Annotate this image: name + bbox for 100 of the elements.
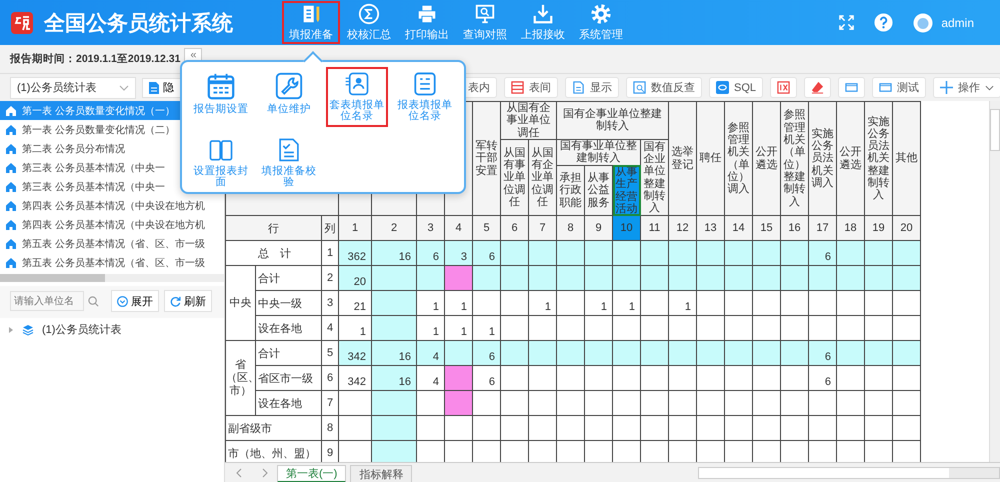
table-cell[interactable] [444, 340, 473, 366]
table-cell[interactable] [584, 390, 613, 416]
table-cell[interactable] [752, 316, 781, 341]
table-cell[interactable] [752, 266, 781, 291]
table-cell[interactable]: 342 [338, 340, 372, 366]
table-cell[interactable] [696, 266, 725, 291]
table-cell[interactable] [752, 340, 781, 366]
table-cell[interactable] [372, 266, 417, 291]
table-cell[interactable]: 20 [338, 266, 372, 291]
scrollbar[interactable] [989, 101, 1000, 462]
table-cell[interactable] [372, 416, 417, 441]
table-cell[interactable] [724, 316, 753, 341]
column-number[interactable]: 13 [696, 216, 725, 241]
table-cell[interactable] [416, 440, 445, 462]
table-cell[interactable]: 6 [808, 240, 837, 266]
table-cell[interactable] [556, 316, 585, 341]
table-cell[interactable] [668, 390, 697, 416]
table-cell[interactable]: 16 [372, 340, 417, 366]
table-cell[interactable] [724, 366, 753, 391]
table-cell[interactable] [500, 316, 529, 341]
table-list-item[interactable]: 第四表 公务员基本情况（中央设在地方机 [0, 196, 224, 215]
column-number[interactable]: 4 [444, 216, 473, 241]
table-cell[interactable] [864, 240, 893, 266]
table-cell[interactable] [780, 340, 809, 366]
table-cell[interactable] [724, 416, 753, 441]
sheet-tab[interactable]: 指标解释 [350, 465, 412, 482]
table-cell[interactable] [780, 290, 809, 316]
table-cell[interactable]: 6 [472, 366, 501, 391]
table-cell[interactable] [780, 440, 809, 462]
table-cell[interactable] [528, 240, 557, 266]
avatar-icon[interactable] [913, 12, 934, 32]
table-cell[interactable] [372, 440, 417, 462]
table-cell[interactable] [584, 416, 613, 441]
table-cell[interactable] [696, 366, 725, 391]
table-cell[interactable]: 6 [472, 240, 501, 266]
table-cell[interactable]: 1 [472, 316, 501, 341]
toolbar-button[interactable]: 显示 [565, 77, 619, 98]
table-cell[interactable] [752, 366, 781, 391]
table-cell[interactable] [808, 266, 837, 291]
column-number[interactable]: 3 [416, 216, 445, 241]
table-cell[interactable] [640, 440, 669, 462]
table-list-item[interactable]: 第五表 公务员基本情况（省、区、市一级 [0, 253, 224, 272]
table-cell[interactable] [724, 266, 753, 291]
table-cell[interactable] [556, 390, 585, 416]
table-cell[interactable] [640, 390, 669, 416]
table-cell[interactable] [640, 266, 669, 291]
column-number[interactable]: 16 [780, 216, 809, 241]
table-cell[interactable]: 6 [808, 366, 837, 391]
table-cell[interactable] [808, 440, 837, 462]
table-cell[interactable] [668, 340, 697, 366]
table-cell[interactable] [668, 266, 697, 291]
table-cell[interactable] [472, 290, 501, 316]
table-cell[interactable] [836, 340, 865, 366]
unit-search-field[interactable]: 请输入单位名 [10, 291, 84, 311]
table-cell[interactable] [696, 290, 725, 316]
table-cell[interactable]: 1 [444, 290, 473, 316]
table-cell[interactable] [372, 316, 417, 341]
refresh-button[interactable]: 刷新 [164, 290, 212, 312]
table-cell[interactable] [780, 416, 809, 441]
table-cell[interactable]: 1 [338, 316, 372, 341]
table-cell[interactable] [668, 316, 697, 341]
table-cell[interactable]: 6 [808, 340, 837, 366]
operate-button[interactable]: 操作 [933, 77, 1000, 98]
help-icon[interactable] [874, 13, 894, 32]
table-cell[interactable] [696, 390, 725, 416]
column-number[interactable]: 10 [612, 216, 641, 241]
table-cell[interactable] [584, 340, 613, 366]
table-cell[interactable] [892, 240, 921, 266]
column-number[interactable]: 2 [372, 216, 417, 241]
expand-button[interactable]: 展开 [111, 290, 159, 312]
table-cell[interactable] [612, 366, 641, 391]
table-cell[interactable] [668, 440, 697, 462]
table-cell[interactable] [696, 416, 725, 441]
table-cell[interactable] [864, 340, 893, 366]
table-cell[interactable] [444, 416, 473, 441]
toolbar-button[interactable]: 测试 [872, 77, 926, 98]
table-cell[interactable] [444, 366, 473, 391]
table-cell[interactable]: 1 [668, 290, 697, 316]
table-cell[interactable] [612, 316, 641, 341]
table-cell[interactable] [724, 440, 753, 462]
table-cell[interactable] [372, 390, 417, 416]
table-cell[interactable] [836, 440, 865, 462]
table-cell[interactable] [500, 266, 529, 291]
hide-button[interactable]: 隐 [142, 78, 181, 98]
column-number[interactable]: 18 [836, 216, 865, 241]
table-cell[interactable] [528, 416, 557, 441]
table-cell[interactable] [444, 390, 473, 416]
column-number[interactable]: 20 [892, 216, 921, 241]
table-cell[interactable] [556, 416, 585, 441]
table-dropdown[interactable]: (1)公务员统计表 [10, 76, 136, 98]
table-cell[interactable]: 1 [416, 290, 445, 316]
toolbar-button[interactable] [838, 77, 866, 98]
table-cell[interactable]: 362 [338, 240, 372, 266]
table-cell[interactable] [892, 266, 921, 291]
column-number[interactable]: 1 [338, 216, 372, 241]
table-cell[interactable] [500, 240, 529, 266]
table-cell[interactable]: 1 [612, 290, 641, 316]
column-number[interactable]: 9 [584, 216, 613, 241]
table-cell[interactable] [640, 290, 669, 316]
table-cell[interactable] [836, 366, 865, 391]
